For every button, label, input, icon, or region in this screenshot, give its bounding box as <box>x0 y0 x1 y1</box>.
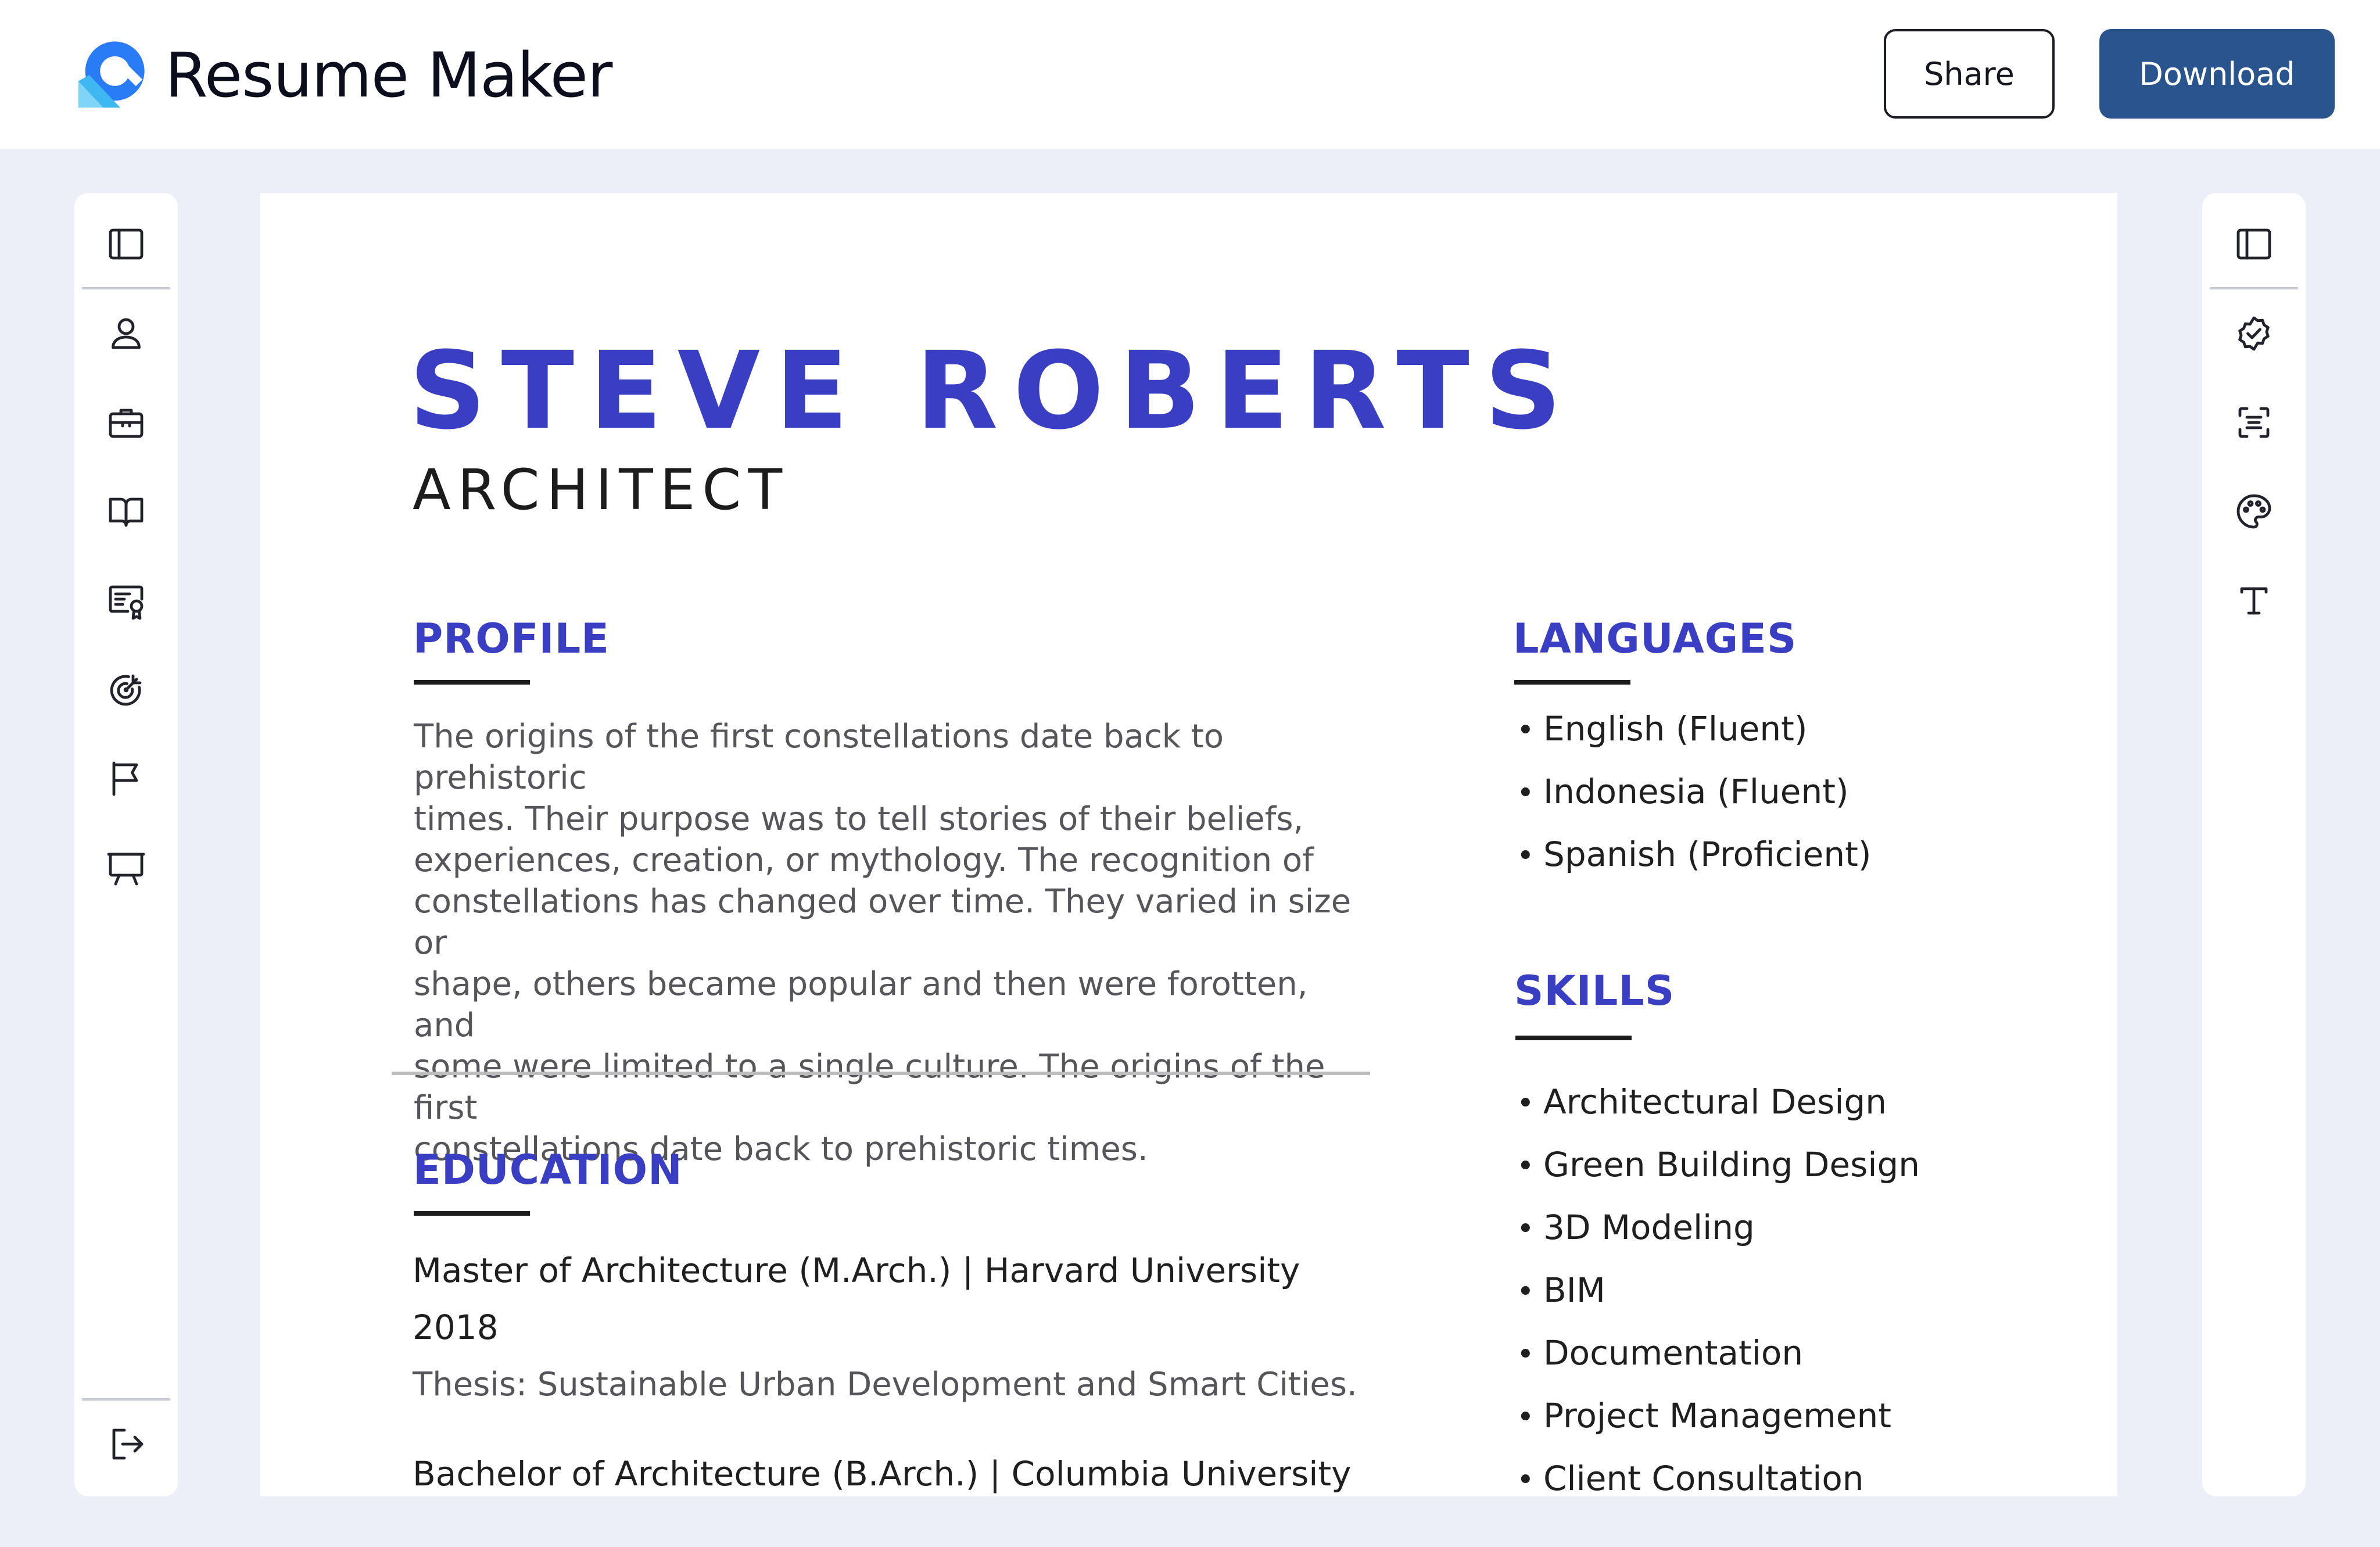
education-note: Thesis: Sustainable Urban Development an… <box>413 1366 1357 1403</box>
section-divider <box>392 1072 1370 1075</box>
top-bar: Resume Maker Share Download <box>0 0 2380 149</box>
flag-icon <box>112 761 138 796</box>
skill-item: Project Management <box>1517 1396 1920 1459</box>
briefcase-icon <box>109 409 144 438</box>
education-button[interactable] <box>97 482 155 540</box>
languages-list: English (Fluent) Indonesia (Fluent) Span… <box>1517 709 1871 897</box>
user-icon <box>112 318 141 349</box>
presentation-icon <box>107 853 145 886</box>
skill-item: Architectural Design <box>1517 1082 1920 1145</box>
experience-button[interactable] <box>97 393 155 452</box>
scan-text-icon <box>2238 407 2270 438</box>
profile-line: shape, others became popular and then we… <box>414 965 1308 1044</box>
share-button[interactable]: Share <box>1884 29 2055 119</box>
book-open-icon <box>109 497 144 527</box>
language-item: English (Fluent) <box>1517 709 1871 772</box>
resume-check-button[interactable] <box>2225 305 2283 363</box>
toggle-panel-button[interactable] <box>97 215 155 273</box>
toolbar-divider <box>82 1398 170 1401</box>
toggle-panel-button[interactable] <box>2225 215 2283 273</box>
skill-item: BIM <box>1517 1270 1920 1333</box>
resume-job-title: ARCHITECT <box>413 457 790 522</box>
language-item: Spanish (Proficient) <box>1517 835 1871 897</box>
theme-colors-button[interactable] <box>2225 482 2283 540</box>
toolbar-divider <box>2210 287 2298 289</box>
scan-text-button[interactable] <box>2225 393 2283 452</box>
skills-heading: SKILLS <box>1514 967 1675 1015</box>
profile-line: experiences, creation, or mythology. The… <box>414 841 1314 879</box>
education-year: 2018 <box>413 1308 499 1347</box>
profile-line: some were limited to a single culture. T… <box>414 1048 1325 1127</box>
target-icon <box>110 674 142 706</box>
resume-preview[interactable]: STEVE ROBERTS ARCHITECT PROFILE The orig… <box>260 193 2117 1496</box>
logout-icon <box>112 1428 144 1460</box>
profile-heading: PROFILE <box>413 615 610 663</box>
achievements-button[interactable] <box>97 750 155 808</box>
download-button[interactable]: Download <box>2099 29 2335 119</box>
skills-underline <box>1515 1036 1632 1040</box>
typography-button[interactable] <box>2225 572 2283 630</box>
skill-item: Documentation <box>1517 1333 1920 1396</box>
language-item: Indonesia (Fluent) <box>1517 772 1871 835</box>
goals-button[interactable] <box>97 661 155 719</box>
certifications-button[interactable] <box>97 572 155 630</box>
languages-heading: LANGUAGES <box>1513 615 1797 663</box>
profile-text: The origins of the first constellations … <box>414 716 1367 1170</box>
sidebar-panel-icon <box>2236 228 2271 260</box>
badge-check-icon <box>2238 316 2270 351</box>
sidebar-panel-icon <box>109 228 144 260</box>
presentations-button[interactable] <box>97 839 155 897</box>
languages-underline <box>1514 680 1630 685</box>
brand[interactable]: Resume Maker <box>72 35 612 115</box>
profile-underline <box>414 680 530 685</box>
profile-line: The origins of the first constellations … <box>414 718 1224 797</box>
right-toolbar <box>2202 193 2306 1496</box>
education-degree: Bachelor of Architecture (B.Arch.) | Col… <box>413 1454 1352 1494</box>
education-heading: EDUCATION <box>413 1146 683 1194</box>
text-type-icon <box>2240 587 2268 615</box>
app-name: Resume Maker <box>165 39 612 111</box>
education-underline <box>414 1211 530 1216</box>
resume-maker-logo-icon <box>78 41 145 108</box>
resume-name: STEVE ROBERTS <box>409 329 1577 453</box>
certificate-icon <box>109 585 144 620</box>
toolbar-divider <box>82 287 170 289</box>
logout-button[interactable] <box>97 1415 155 1473</box>
profile-line: constellations has changed over time. Th… <box>414 883 1352 962</box>
personal-info-button[interactable] <box>97 305 155 363</box>
skill-item: Green Building Design <box>1517 1145 1920 1208</box>
skill-item: 3D Modeling <box>1517 1208 1920 1270</box>
profile-line: times. Their purpose was to tell stories… <box>414 800 1304 838</box>
skills-list: Architectural Design Green Building Desi… <box>1517 1082 1920 1496</box>
left-toolbar <box>74 193 178 1496</box>
palette-icon <box>2236 494 2271 529</box>
skill-item: Client Consultation <box>1517 1459 1920 1496</box>
education-degree: Master of Architecture (M.Arch.) | Harva… <box>413 1251 1300 1290</box>
